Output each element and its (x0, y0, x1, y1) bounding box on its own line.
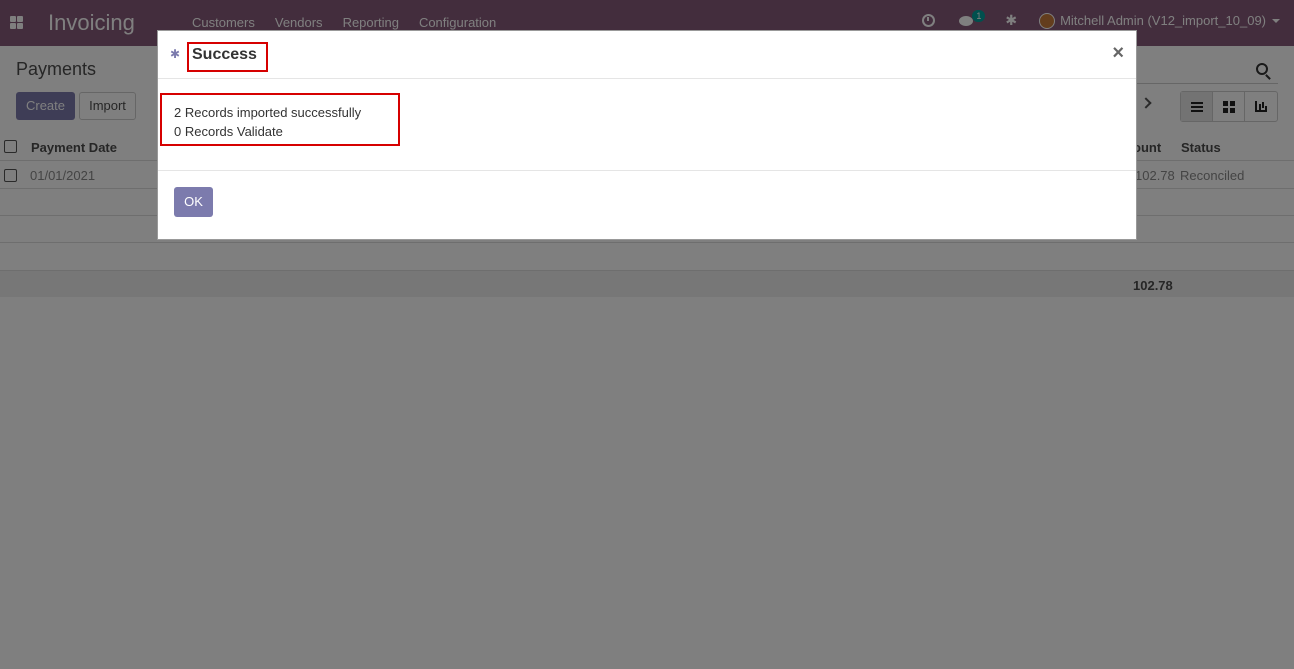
close-icon[interactable]: × (1112, 43, 1124, 63)
import-message: 2 Records imported successfully (174, 105, 362, 120)
success-dialog: ✱ Success × 2 Records imported successfu… (157, 30, 1137, 240)
bug-icon: ✱ (170, 47, 181, 61)
dialog-header: ✱ Success × (158, 31, 1136, 79)
ok-button[interactable]: OK (174, 187, 213, 217)
dialog-body: 2 Records imported successfully 0 Record… (158, 79, 1136, 171)
dialog-title: Success (192, 46, 257, 63)
validate-message: 0 Records Validate (174, 124, 283, 139)
